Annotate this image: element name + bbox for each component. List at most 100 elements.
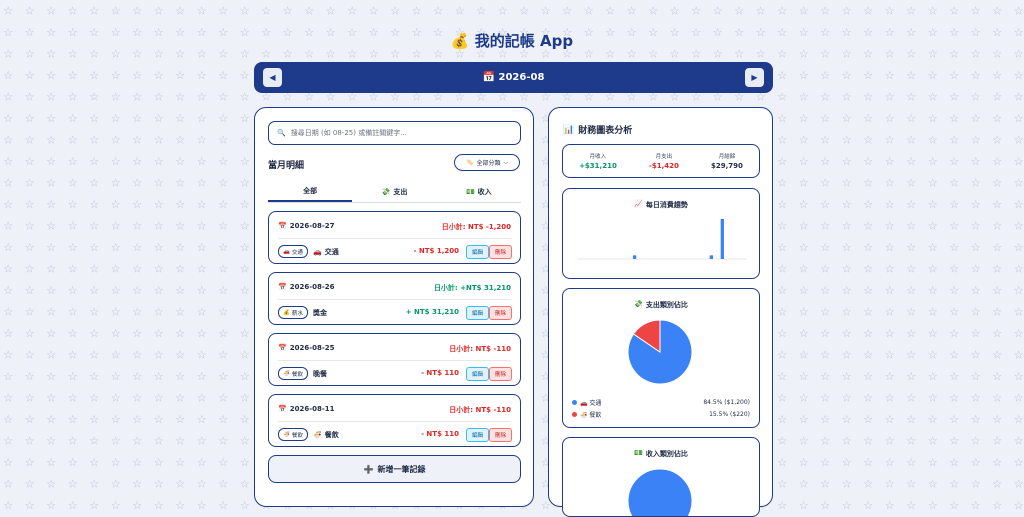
legend-item: 🚗 交通 84.5% ($1,200) (572, 398, 750, 407)
calendar-icon: 📅 (278, 222, 287, 230)
edit-button[interactable]: 編輯 (466, 306, 489, 320)
add-record-button[interactable]: ➕ 新增一筆記錄 (268, 455, 521, 483)
daily-trend-chart (577, 219, 747, 260)
charts-title: 📊 財務圖表分析 (563, 123, 633, 137)
transaction-name: 晚餐 (313, 369, 327, 379)
search-input[interactable]: 🔍 搜尋日期 (如 08-25) 或備註關鍵字... (268, 121, 521, 145)
transaction-date: 2026-08-27 (289, 222, 335, 230)
expense-pie-title-label: 支出類別佔比 (645, 301, 688, 309)
delete-button[interactable]: 刪除 (489, 245, 512, 259)
income-pie-card: 💵 收入類別佔比 (562, 437, 760, 517)
transaction-amount: - NT$ 1,200 (413, 247, 459, 255)
dollar-bill-icon: 💵 (634, 449, 643, 457)
expense-pie-card: 💸 支出類別佔比 🚗 交通 84.5% ($1,200) 🍜 餐飲 15.5% … (562, 288, 760, 428)
charts-panel: 📊 財務圖表分析 月收入 +$31,210 月支出 -$1,420 月結餘 $2… (548, 107, 773, 517)
income-pie-chart (627, 468, 693, 516)
chevron-down-icon: ⌵ (503, 158, 509, 166)
tab-expense[interactable]: 💸 支出 (352, 182, 436, 202)
bar-chart-icon: 📊 (563, 124, 575, 135)
noodle-bowl-icon: 🍜 (283, 370, 290, 377)
summary-label: 月支出 (655, 154, 673, 160)
money-bag-icon: 💰 (283, 309, 290, 316)
category-badge: 🚗 交通 (278, 245, 308, 258)
legend-value: 84.5% ($1,200) (703, 399, 750, 406)
trend-title-label: 每日消費趨勢 (645, 201, 688, 209)
month-navigator: ◀ 📅 2026-08 ▶ (254, 62, 773, 93)
current-month-label: 📅 2026-08 (482, 72, 545, 83)
transaction-name: 🚗 交通 (313, 247, 339, 257)
tab-all[interactable]: 全部 (268, 182, 353, 202)
add-record-label: 新增一筆記錄 (377, 464, 426, 474)
daily-subtotal: 日小計: NT$ -1,200 (441, 223, 511, 231)
calendar-icon: 📅 (278, 344, 287, 352)
transactions-panel: 🔍 搜尋日期 (如 08-25) 或備註關鍵字... 當月明細 🏷️ 全部分類 … (254, 107, 534, 507)
daily-trend-card: 📈 每日消費趨勢 (562, 188, 760, 279)
trend-bar-08-25 (709, 255, 713, 259)
calendar-icon: 📅 (278, 283, 287, 291)
plus-icon: ➕ (363, 464, 374, 474)
badge-label: 餐飲 (291, 432, 303, 439)
divider (278, 360, 511, 361)
transaction-name: 🍜 餐飲 (313, 430, 339, 440)
daily-subtotal: 日小計: +NT$ 31,210 (433, 284, 511, 292)
transaction-date: 2026-08-25 (289, 344, 335, 352)
transaction-card: 📅 2026-08-25 日小計: NT$ -110 🍜 餐飲 晚餐 - NT$ 1… (268, 333, 521, 386)
noodle-bowl-icon: 🍜 (313, 431, 322, 439)
edit-button[interactable]: 編輯 (466, 245, 489, 259)
divider (278, 299, 511, 300)
charts-title-label: 財務圖表分析 (578, 126, 633, 136)
transaction-card: 📅 2026-08-27 日小計: NT$ -1,200 🚗 交通 🚗 交通 - NT… (268, 211, 521, 264)
badge-label: 餐飲 (291, 371, 303, 378)
tab-income[interactable]: 💵 收入 (437, 182, 521, 202)
car-icon: 🚗 (313, 248, 322, 256)
transaction-card: 📅 2026-08-11 日小計: NT$ -110 🍜 餐飲 🍜 餐飲 - NT$ … (268, 394, 521, 447)
category-filter-select[interactable]: 🏷️ 全部分類 ⌵ (454, 154, 520, 171)
delete-button[interactable]: 刪除 (489, 306, 512, 320)
category-badge: 🍜 餐飲 (278, 367, 308, 380)
expense-pie-title: 💸 支出類別佔比 (563, 300, 759, 310)
summary-balance: 月結餘 $29,790 (711, 152, 743, 170)
divider (278, 238, 511, 239)
calendar-icon: 📅 (278, 405, 287, 413)
tag-icon: 🏷️ (465, 159, 474, 166)
trend-title: 📈 每日消費趨勢 (563, 200, 759, 210)
name-label: 晚餐 (313, 370, 327, 378)
trend-bar-08-27 (720, 219, 724, 259)
name-label: 餐飲 (324, 431, 339, 439)
divider (278, 421, 511, 422)
next-month-button[interactable]: ▶ (745, 68, 764, 87)
transaction-date: 2026-08-26 (289, 283, 335, 291)
legend-swatch (572, 400, 577, 405)
prev-month-button[interactable]: ◀ (263, 68, 282, 87)
type-tabs: 全部 💸 支出 💵 收入 (268, 182, 521, 203)
name-label: 獎金 (313, 309, 327, 317)
search-icon: 🔍 (277, 129, 286, 137)
delete-button[interactable]: 刪除 (489, 428, 512, 442)
transaction-date: 2026-08-11 (289, 405, 335, 413)
summary-value: -$1,420 (648, 162, 679, 170)
summary-expense: 月支出 -$1,420 (649, 152, 679, 170)
search-placeholder: 搜尋日期 (如 08-25) 或備註關鍵字... (290, 129, 407, 137)
money-wings-icon: 💸 (381, 188, 391, 196)
transaction-amount: + NT$ 31,210 (405, 308, 459, 316)
dollar-bill-icon: 💵 (465, 188, 475, 196)
edit-button[interactable]: 編輯 (466, 428, 489, 442)
daily-subtotal: 日小計: NT$ -110 (449, 406, 511, 414)
transaction-amount: - NT$ 110 (421, 369, 459, 377)
car-icon: 🚗 (283, 248, 290, 255)
legend-item: 🍜 餐飲 15.5% ($220) (572, 410, 750, 419)
summary-label: 月結餘 (718, 154, 736, 160)
expense-pie-chart (627, 319, 693, 385)
legend-value: 15.5% ($220) (709, 411, 750, 418)
edit-button[interactable]: 編輯 (466, 367, 489, 381)
summary-label: 月收入 (589, 154, 607, 160)
legend-label: 🍜 餐飲 (580, 412, 602, 419)
legend-label: 🚗 交通 (580, 400, 602, 407)
category-filter-label: 全部分類 (476, 160, 501, 167)
noodle-bowl-icon: 🍜 (283, 431, 290, 438)
section-title: 當月明細 (268, 161, 305, 171)
summary-value: $29,790 (711, 162, 743, 170)
delete-button[interactable]: 刪除 (489, 367, 512, 381)
tab-label: 收入 (477, 188, 492, 196)
app-title: 💰 我的記帳 App (450, 32, 574, 50)
